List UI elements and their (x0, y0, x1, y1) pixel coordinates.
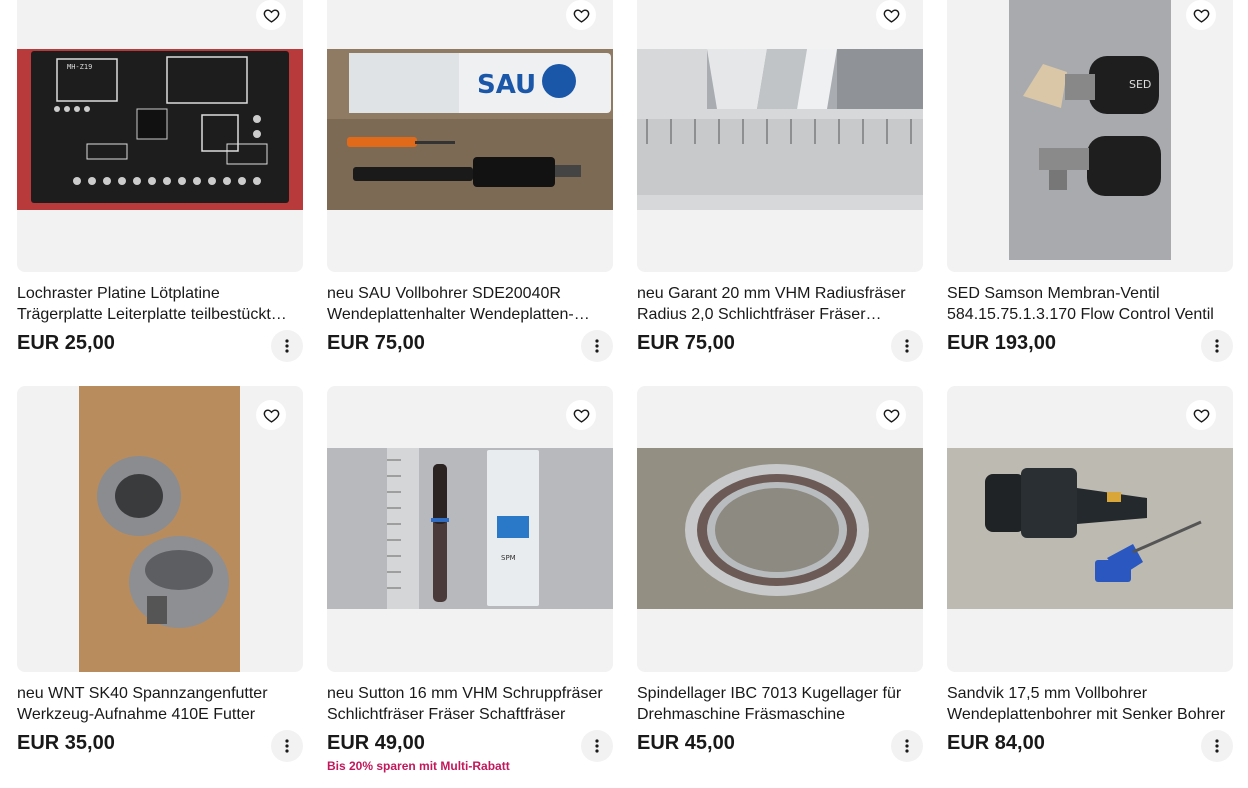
more-vertical-icon (595, 339, 599, 353)
listing-title[interactable]: neu WNT SK40 Spannzangenfutter Werkzeug-… (17, 683, 303, 725)
product-photo-drill: SAU (327, 49, 613, 210)
product-photo-valve: SED (1009, 0, 1171, 260)
watch-button[interactable] (1186, 400, 1216, 430)
listing-title[interactable]: SED Samson Membran-Ventil 584.15.75.1.3.… (947, 283, 1233, 325)
listing-title[interactable]: Lochraster Platine Lötplatine Trägerplat… (17, 283, 303, 325)
listing-price: EUR 193,00 (947, 332, 1056, 354)
valve-label: SED (1129, 78, 1151, 91)
listing-price: EUR 49,00 (327, 732, 425, 754)
listing-price: EUR 75,00 (637, 332, 735, 354)
listing-title[interactable]: neu Sutton 16 mm VHM Schruppfräser Schli… (327, 683, 613, 725)
product-photo-sutton-endmill: SPM (327, 448, 613, 609)
more-vertical-icon (285, 739, 289, 753)
more-options-button[interactable] (891, 330, 923, 362)
more-options-button[interactable] (271, 730, 303, 762)
more-vertical-icon (285, 339, 289, 353)
watch-button[interactable] (566, 400, 596, 430)
watch-button[interactable] (1186, 0, 1216, 30)
watch-button[interactable] (256, 0, 286, 30)
listing-price: EUR 25,00 (17, 332, 115, 354)
watch-button[interactable] (566, 0, 596, 30)
listing-image[interactable]: SED (947, 0, 1233, 272)
listing-card[interactable]: SED SED Samson Membran-Ventil 584.15.75.… (947, 0, 1233, 362)
listing-price: EUR 35,00 (17, 732, 115, 754)
promo-label: Bis 20% sparen mit Multi-Rabatt (327, 759, 510, 773)
product-photo-endmill (637, 49, 923, 210)
watch-button[interactable] (256, 400, 286, 430)
heart-icon (883, 8, 899, 23)
watch-button[interactable] (876, 0, 906, 30)
listing-title[interactable]: neu SAU Vollbohrer SDE20040R Wendeplatte… (327, 283, 613, 325)
listing-card[interactable]: neu Garant 20 mm VHM Radiusfräser Radius… (637, 0, 923, 362)
listing-image[interactable] (947, 386, 1233, 672)
more-vertical-icon (905, 739, 909, 753)
more-vertical-icon (1215, 739, 1219, 753)
listing-image[interactable]: SPM (327, 386, 613, 672)
more-options-button[interactable] (891, 730, 923, 762)
watch-button[interactable] (876, 400, 906, 430)
listing-card[interactable]: MH-Z19 Lochraster Platine Lötplatine Trä… (17, 0, 303, 362)
listing-image[interactable] (17, 386, 303, 672)
listing-image[interactable]: MH-Z19 (17, 0, 303, 272)
box-brand-label: SAU (477, 70, 536, 100)
product-photo-sandvik-drill (947, 448, 1233, 609)
listing-title[interactable]: Sandvik 17,5 mm Vollbohrer Wendeplattenb… (947, 683, 1233, 725)
more-vertical-icon (1215, 339, 1219, 353)
product-photo-pcb: MH-Z19 (17, 49, 303, 210)
heart-icon (1193, 8, 1209, 23)
product-photo-collet-chuck (79, 386, 240, 672)
listing-price: EUR 84,00 (947, 732, 1045, 754)
more-options-button[interactable] (271, 330, 303, 362)
heart-icon (883, 408, 899, 423)
listing-title[interactable]: neu Garant 20 mm VHM Radiusfräser Radius… (637, 283, 923, 325)
heart-icon (263, 8, 279, 23)
listing-image[interactable] (637, 386, 923, 672)
product-photo-bearing (637, 448, 923, 609)
listing-card[interactable]: SPM neu Sutton 16 mm VHM Schruppfräser S… (327, 386, 613, 773)
listing-title[interactable]: Spindellager IBC 7013 Kugellager für Dre… (637, 683, 923, 725)
more-options-button[interactable] (581, 330, 613, 362)
listing-card[interactable]: Spindellager IBC 7013 Kugellager für Dre… (637, 386, 923, 762)
heart-icon (1193, 408, 1209, 423)
listing-price: EUR 45,00 (637, 732, 735, 754)
listing-card[interactable]: Sandvik 17,5 mm Vollbohrer Wendeplattenb… (947, 386, 1233, 762)
heart-icon (573, 408, 589, 423)
more-options-button[interactable] (1201, 330, 1233, 362)
more-vertical-icon (905, 339, 909, 353)
listing-card[interactable]: neu WNT SK40 Spannzangenfutter Werkzeug-… (17, 386, 303, 762)
more-vertical-icon (595, 739, 599, 753)
more-options-button[interactable] (1201, 730, 1233, 762)
heart-icon (263, 408, 279, 423)
box-code-label: SPM (501, 554, 516, 562)
listing-image[interactable]: SAU (327, 0, 613, 272)
pcb-label: MH-Z19 (67, 63, 92, 71)
listing-price: EUR 75,00 (327, 332, 425, 354)
listing-image[interactable] (637, 0, 923, 272)
heart-icon (573, 8, 589, 23)
listing-card[interactable]: SAU neu SAU Vollbohrer SDE20040R Wendepl… (327, 0, 613, 362)
more-options-button[interactable] (581, 730, 613, 762)
